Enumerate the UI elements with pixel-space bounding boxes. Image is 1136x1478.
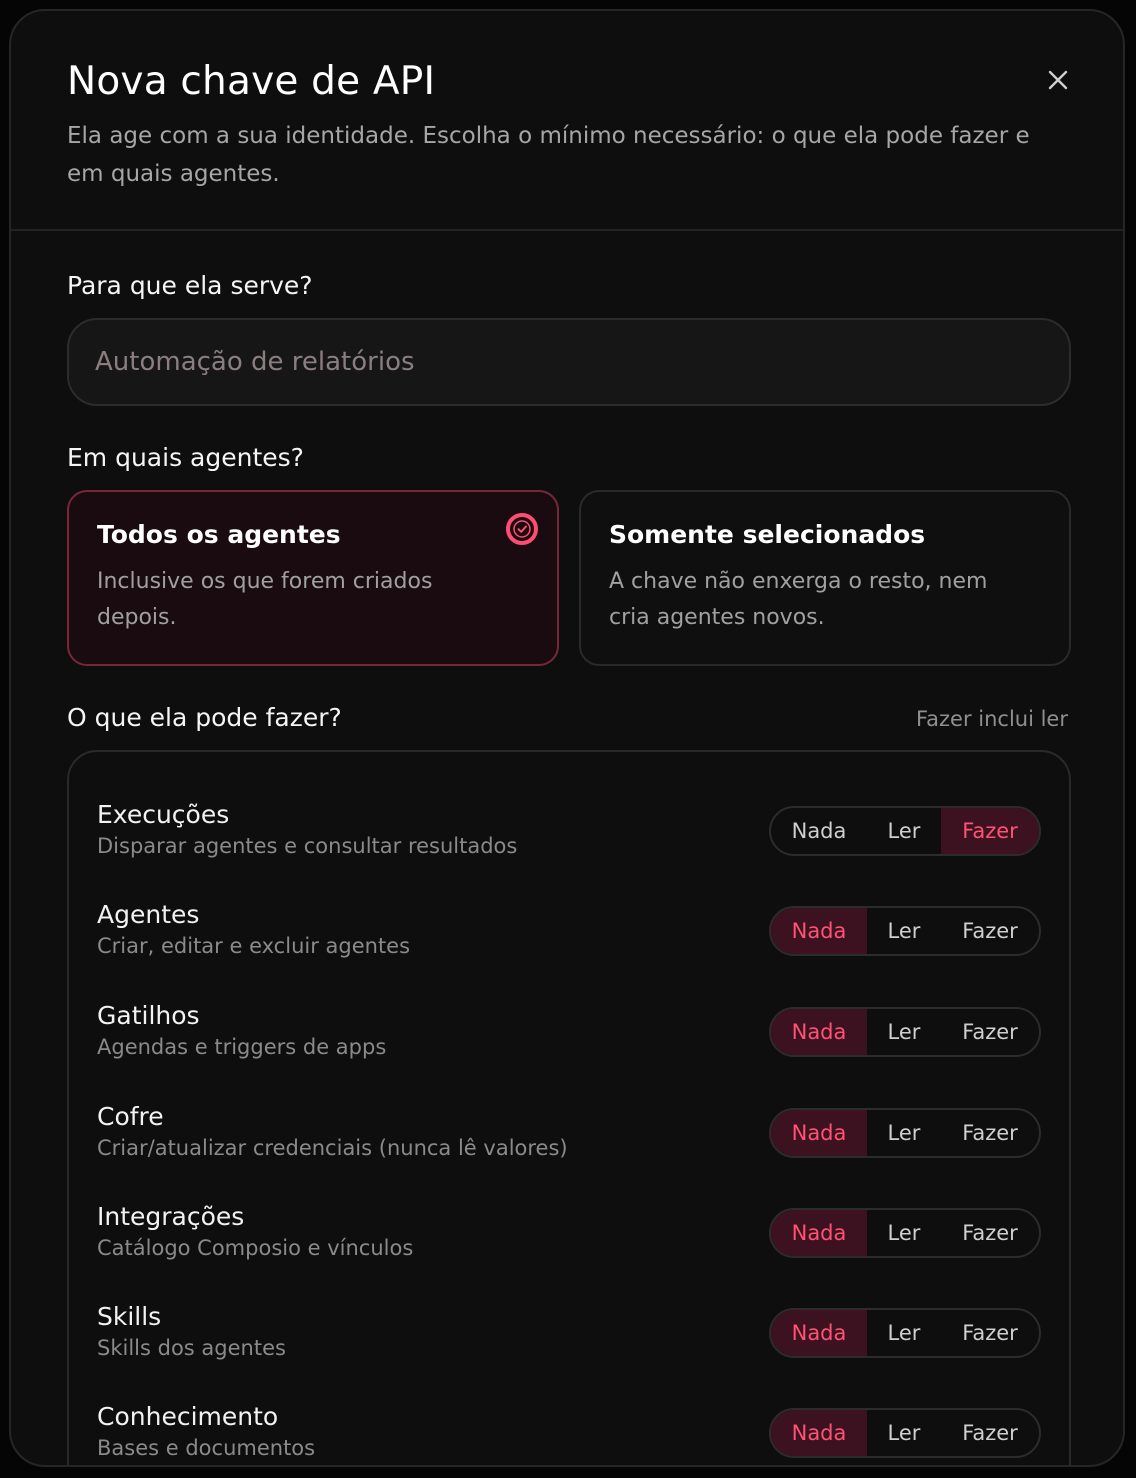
- check-circle-icon: [506, 513, 538, 545]
- level-option-ler[interactable]: Ler: [867, 908, 941, 954]
- close-icon: [1048, 70, 1068, 90]
- level-option-ler[interactable]: Ler: [867, 808, 941, 854]
- permission-name: Gatilhos: [97, 1001, 200, 1030]
- permission-name: Cofre: [97, 1102, 164, 1131]
- permission-name: Integrações: [97, 1202, 245, 1231]
- permissions-list: Execuções Disparar agentes e consultar r…: [67, 750, 1071, 1465]
- level-option-ler[interactable]: Ler: [867, 1009, 941, 1055]
- level-option-fazer[interactable]: Fazer: [941, 1110, 1039, 1156]
- modal-header: Nova chave de API Ela age com a sua iden…: [11, 11, 1123, 231]
- level-option-ler[interactable]: Ler: [867, 1210, 941, 1256]
- permission-level-selector: Nada Ler Fazer: [769, 1408, 1041, 1458]
- scope-option-description: Inclusive os que forem criados depois.: [97, 569, 433, 630]
- permission-level-selector: Nada Ler Fazer: [769, 906, 1041, 956]
- purpose-input[interactable]: [67, 318, 1071, 406]
- permission-description: Bases e documentos: [97, 1436, 316, 1460]
- level-option-ler[interactable]: Ler: [867, 1410, 941, 1456]
- level-option-nada[interactable]: Nada: [771, 1210, 867, 1256]
- permission-row-gatilhos: Gatilhos Agendas e triggers de apps Nada…: [69, 975, 1069, 1075]
- permission-description: Criar/atualizar credenciais (nunca lê va…: [97, 1136, 568, 1160]
- permission-level-selector: Nada Ler Fazer: [769, 1308, 1041, 1358]
- scope-option-title: Somente selecionados: [609, 520, 926, 549]
- permission-name: Agentes: [97, 900, 200, 929]
- level-option-nada[interactable]: Nada: [771, 1410, 867, 1456]
- level-option-fazer[interactable]: Fazer: [941, 1410, 1039, 1456]
- permission-row-conhecimento: Conhecimento Bases e documentos Nada Ler…: [69, 1376, 1069, 1465]
- permission-level-selector: Nada Ler Fazer: [769, 806, 1041, 856]
- close-button[interactable]: [1041, 63, 1075, 97]
- level-option-ler[interactable]: Ler: [867, 1310, 941, 1356]
- scope-label: Em quais agentes?: [67, 443, 304, 472]
- permission-name: Skills: [97, 1302, 162, 1331]
- permission-row-integracoes: Integrações Catálogo Composio e vínculos…: [69, 1176, 1069, 1276]
- level-option-fazer[interactable]: Fazer: [941, 908, 1039, 954]
- level-option-nada[interactable]: Nada: [771, 808, 867, 854]
- api-key-modal: Nova chave de API Ela age com a sua iden…: [9, 9, 1125, 1467]
- permission-name: Execuções: [97, 800, 230, 829]
- permission-row-execucoes: Execuções Disparar agentes e consultar r…: [69, 774, 1069, 874]
- permission-row-agentes: Agentes Criar, editar e excluir agentes …: [69, 874, 1069, 974]
- modal-title: Nova chave de API: [67, 59, 436, 104]
- modal-subtitle: Ela age com a sua identidade. Escolha o …: [67, 123, 1030, 187]
- permission-row-cofre: Cofre Criar/atualizar credenciais (nunca…: [69, 1076, 1069, 1176]
- permission-description: Agendas e triggers de apps: [97, 1035, 387, 1059]
- permission-description: Disparar agentes e consultar resultados: [97, 834, 518, 858]
- level-option-fazer[interactable]: Fazer: [941, 1009, 1039, 1055]
- permissions-hint: Fazer inclui ler: [915, 707, 1068, 731]
- permission-name: Conhecimento: [97, 1402, 279, 1431]
- level-option-fazer[interactable]: Fazer: [941, 1310, 1039, 1356]
- level-option-fazer[interactable]: Fazer: [941, 808, 1039, 854]
- permissions-label: O que ela pode fazer?: [67, 703, 342, 732]
- permission-level-selector: Nada Ler Fazer: [769, 1208, 1041, 1258]
- scope-option-title: Todos os agentes: [97, 520, 341, 549]
- scope-option-description: A chave não enxerga o resto, nem cria ag…: [609, 569, 988, 630]
- level-option-ler[interactable]: Ler: [867, 1110, 941, 1156]
- scope-option-selected-only[interactable]: Somente selecionados A chave não enxerga…: [579, 490, 1071, 666]
- level-option-fazer[interactable]: Fazer: [941, 1210, 1039, 1256]
- scope-option-all-agents[interactable]: Todos os agentes Inclusive os que forem …: [67, 490, 559, 666]
- level-option-nada[interactable]: Nada: [771, 908, 867, 954]
- purpose-label: Para que ela serve?: [67, 271, 313, 300]
- permission-level-selector: Nada Ler Fazer: [769, 1007, 1041, 1057]
- permission-description: Criar, editar e excluir agentes: [97, 934, 411, 958]
- level-option-nada[interactable]: Nada: [771, 1110, 867, 1156]
- permission-description: Skills dos agentes: [97, 1336, 286, 1360]
- level-option-nada[interactable]: Nada: [771, 1009, 867, 1055]
- permission-description: Catálogo Composio e vínculos: [97, 1236, 414, 1260]
- level-option-nada[interactable]: Nada: [771, 1310, 867, 1356]
- permission-row-skills: Skills Skills dos agentes Nada Ler Fazer: [69, 1276, 1069, 1376]
- permission-level-selector: Nada Ler Fazer: [769, 1108, 1041, 1158]
